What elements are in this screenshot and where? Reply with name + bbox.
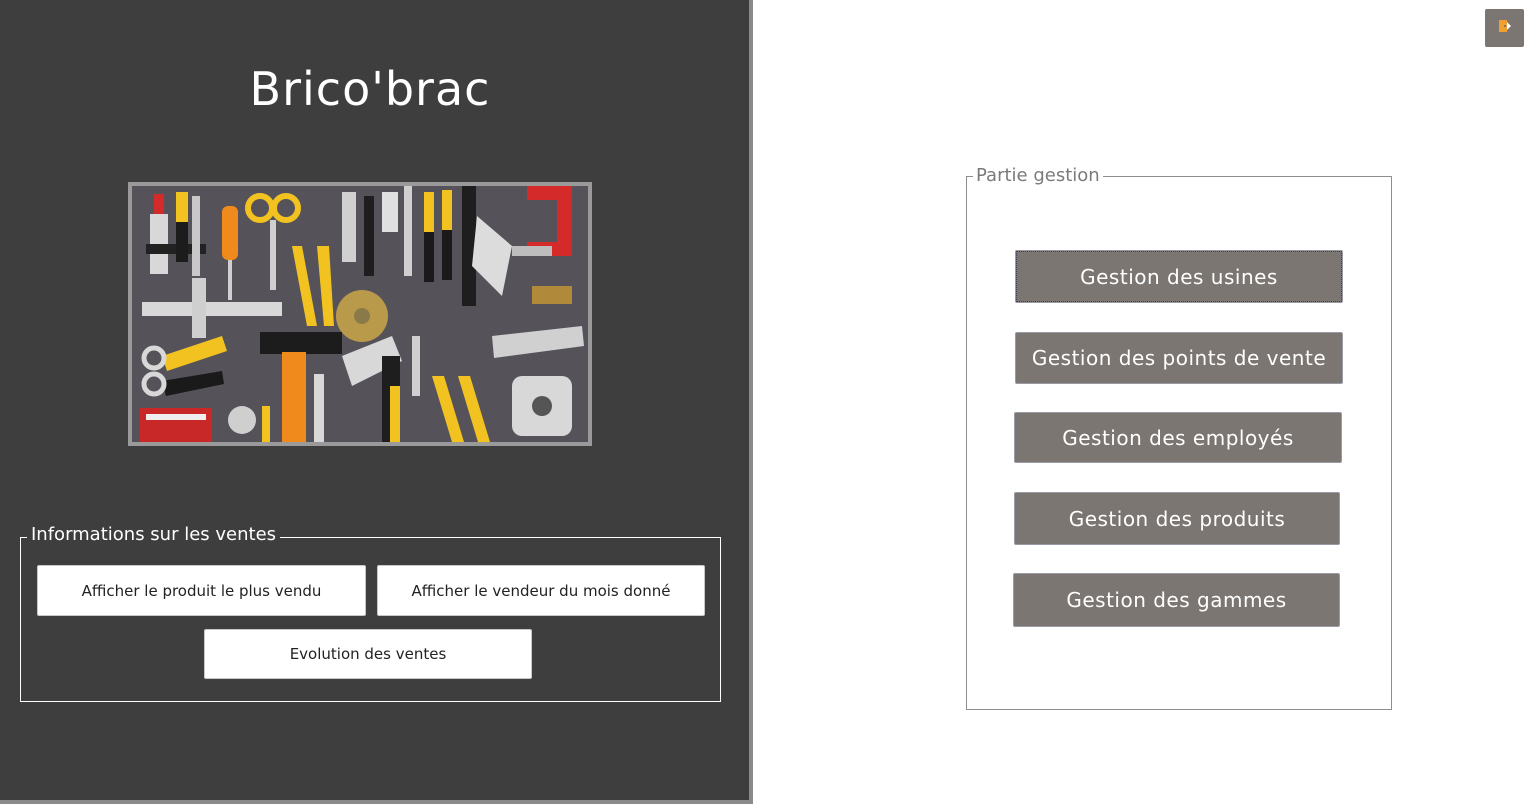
- factories-button[interactable]: Gestion des usines: [1015, 250, 1343, 303]
- tools-image: [128, 182, 592, 446]
- exit-door-icon: [1497, 18, 1513, 38]
- sales-evolution-button[interactable]: Evolution des ventes: [204, 629, 532, 679]
- ranges-button[interactable]: Gestion des gammes: [1013, 573, 1340, 627]
- left-panel: Brico'brac Informations sur les ventes A…: [0, 0, 753, 804]
- best-seller-button[interactable]: Afficher le vendeur du mois donné: [377, 565, 705, 616]
- best-product-button[interactable]: Afficher le produit le plus vendu: [37, 565, 366, 616]
- sales-info-legend: Informations sur les ventes: [27, 524, 281, 545]
- management-legend: Partie gestion: [973, 165, 1103, 186]
- points-of-sale-button[interactable]: Gestion des points de vente: [1015, 332, 1343, 384]
- products-button[interactable]: Gestion des produits: [1014, 492, 1340, 545]
- exit-button[interactable]: [1485, 9, 1524, 47]
- app-title: Brico'brac: [249, 62, 491, 116]
- employees-button[interactable]: Gestion des employés: [1014, 412, 1342, 463]
